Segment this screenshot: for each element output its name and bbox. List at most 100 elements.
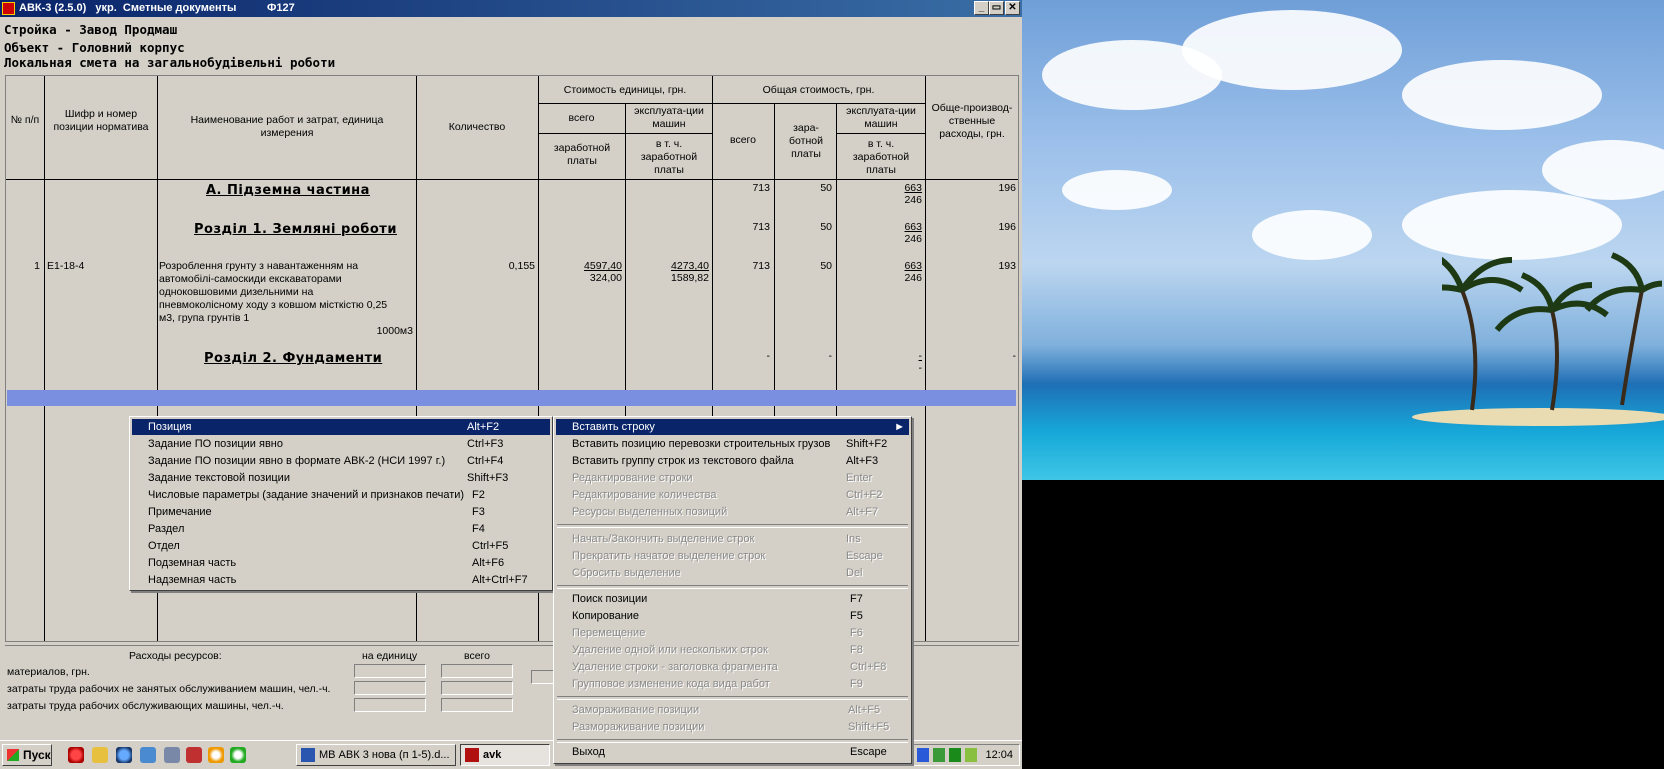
clock-app-icon[interactable] [208,747,224,763]
menu-item-delete-header: Удаление строки - заголовка фрагмента Ctr… [572,661,887,673]
system-tray: 12:04 [912,744,1020,766]
minimize-button[interactable]: _ [974,1,989,15]
col-unit-all-header: всего [568,112,595,124]
task-avk[interactable]: avk [460,744,550,766]
tray-network-icon[interactable] [917,748,929,762]
submenu-arrow-icon: ► [894,421,905,433]
menu-item-group-change-code: Групповое изменение кода вида работ F9 [572,678,863,690]
close-button[interactable]: ✕ [1005,1,1020,15]
part-a-overhead: 196 [998,182,1016,194]
col-name-header: Наименование работ и затрат, единица изм… [190,114,384,139]
labor-nonmach-all-field [441,681,513,695]
palm-trees-icon [1442,252,1662,411]
section-2-machine-wage: - [918,362,923,374]
desktop-icon[interactable] [140,747,156,763]
avk-icon [465,748,479,762]
item-1-num: 1 [34,260,40,272]
windows-logo-icon [7,749,19,761]
calculator-icon[interactable] [164,747,180,763]
maximize-button[interactable]: ▭ [989,1,1004,15]
task-word-document[interactable]: МВ АВК 3 нова (п 1-5).d... [296,744,456,766]
title-bar[interactable]: АВК-3 (2.5.0) укр. Сметные документы Ф12… [0,0,1022,17]
submenu-item-text-position[interactable]: Задание текстовой позиции Shift+F3 [132,470,550,486]
cloud-shape [1542,140,1664,200]
header-object: Объект - Головний корпус [4,40,185,55]
submenu-item-underground[interactable]: Подземная часть Alt+F6 [132,555,550,571]
menu-item-insert-from-file[interactable]: Вставить группу строк из текстового файл… [556,453,909,469]
submenu-item-department[interactable]: Отдел Ctrl+F5 [132,538,550,554]
col-unit-wage-header: заработной платы [553,142,611,167]
tray-app-icon[interactable] [933,748,945,762]
menu-item-find-position[interactable]: Поиск позиции F7 [556,591,909,607]
menu-item-insert-row[interactable]: Вставить строку ► [556,419,909,435]
menu-item-selected-resources: Ресурсы выделенных позиций Alt+F7 [572,506,879,518]
col-total-cost-header: Общая стоимость, грн. [762,84,875,96]
item-1-code: Е1-18-4 [47,260,85,272]
menu-item-insert-transport[interactable]: Вставить позицию перевозки строительных … [556,436,909,452]
submenu-item-note[interactable]: Примечание F3 [132,504,550,520]
cloud-shape [1252,210,1372,260]
menu-item-edit-row: Редактирование строки Enter [572,472,873,484]
menu-item-move: Перемещение F6 [572,627,863,639]
col-total-wage-header: зара-ботной платы [789,122,823,160]
tray-sync-icon[interactable] [965,748,977,762]
insert-row-submenu: Позиция Alt+F2 Задание ПО позиции явно Ctr… [129,416,553,591]
submenu-item-aboveground[interactable]: Надземная часть Alt+Ctrl+F7 [132,572,550,588]
tray-volume-icon[interactable] [949,748,961,762]
col-total-machine-header: эксплуата-ции машин [846,105,916,130]
menu-item-toggle-selection: Начать/Закончить выделение строк Ins [572,533,861,545]
media-player-icon[interactable] [230,747,246,763]
col-unit-machine-header: эксплуата-ции машин [634,105,704,130]
section-2-wage: - [828,350,833,362]
header-construction: Стройка - Завод Продмаш [4,22,178,37]
context-menu: Вставить строку ► Вставить позицию перево… [553,416,912,764]
menu-item-freeze: Замораживание позиции Alt+F5 [572,704,881,716]
submenu-item-position[interactable]: Позиция Alt+F2 [132,419,550,435]
labor-mach-all-field [441,698,513,712]
labor-mach-per-unit-field [354,698,426,712]
item-1-overhead: 193 [998,260,1016,272]
part-a-wage: 50 [820,182,832,194]
resources-title: Расходы ресурсов: [129,650,222,662]
col-total-all-header: всего [730,134,756,146]
col-num-header: № п/п [10,114,40,126]
section-1-total: 713 [752,221,770,233]
menu-item-exit[interactable]: Выход Escape [556,744,909,760]
menu-item-cancel-selection: Прекратить начатое выделение строк Escape [572,550,883,562]
resources-all-label: всего [464,650,490,662]
item-1-unit-wage: 324,00 [589,272,622,284]
desktop-wallpaper [1022,0,1664,480]
submenu-item-numeric-params[interactable]: Числовые параметры (задание значений и п… [132,487,550,503]
start-button[interactable]: Пуск [2,744,52,766]
calendar-icon[interactable] [186,747,202,763]
menu-item-copy[interactable]: Копирование F5 [556,608,909,624]
resources-per-unit-label: на единицу [362,650,418,662]
labor-nonmach-label: затраты труда рабочих не занятых обслужи… [7,683,331,695]
col-unit-machine-wage-header: в т. ч. заработной платы [640,138,698,176]
selected-row[interactable] [7,390,1016,406]
col-unit-cost-header: Стоимость единицы, грн. [563,84,687,96]
section-2-overhead: - [1012,350,1017,362]
section-2-title: Розділ 2. Фундаменти [204,351,383,366]
tool-icon[interactable] [92,747,108,763]
section-1-overhead: 196 [998,221,1016,233]
section-1-title: Розділ 1. Земляні роботи [194,222,397,237]
app-icon [2,2,15,15]
opera-icon[interactable] [68,747,84,763]
submenu-item-po-avk2[interactable]: Задание ПО позиции явно в формате АВК-2 … [132,453,550,469]
menu-item-reset-selection: Сбросить выделение Del [572,567,863,579]
ie-icon[interactable] [116,747,132,763]
part-a-total: 713 [752,182,770,194]
submenu-item-section[interactable]: Раздел F4 [132,521,550,537]
item-1-machine-wage: 246 [904,272,922,284]
part-a-machine-wage: 246 [904,194,922,206]
taskbar-clock[interactable]: 12:04 [985,745,1013,765]
window-title: АВК-3 (2.5.0) укр. Сметные документы Ф12… [19,2,295,14]
item-1-unit: 1000м3 [376,325,413,337]
submenu-item-po-explicit[interactable]: Задание ПО позиции явно Ctrl+F3 [132,436,550,452]
cloud-shape [1402,60,1602,130]
item-1-wage: 50 [820,260,832,272]
section-1-wage: 50 [820,221,832,233]
menu-item-delete-rows: Удаление одной или нескольких строк F8 [572,644,863,656]
header-estimate: Локальная смета на загальнобудівельні ро… [4,55,336,70]
